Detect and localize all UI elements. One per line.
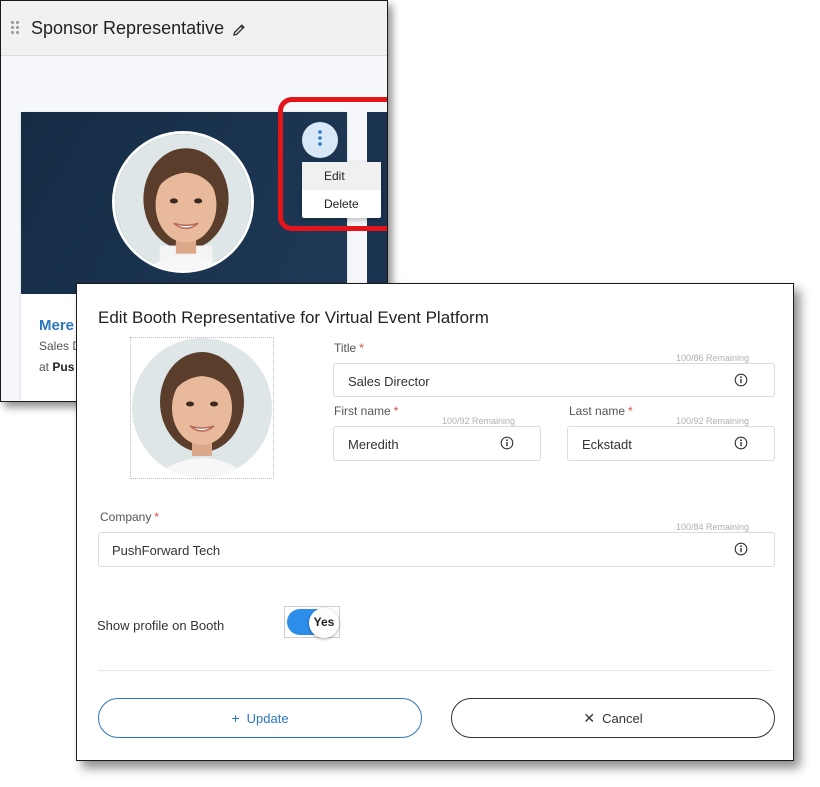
drag-handle-icon[interactable] — [11, 21, 21, 37]
pencil-icon[interactable] — [231, 22, 247, 38]
avatar — [132, 338, 272, 478]
company-field[interactable]: PushForward Tech — [98, 532, 775, 567]
representative-title: Sales D — [39, 339, 82, 353]
toggle-knob: Yes — [309, 608, 339, 638]
callout-highlight — [278, 97, 387, 231]
edit-representative-modal: Edit Booth Representative for Virtual Ev… — [76, 283, 794, 761]
close-icon: ✕ — [583, 709, 596, 726]
last-name-label: Last name * — [569, 404, 633, 418]
avatar — [112, 131, 254, 273]
modal-title: Edit Booth Representative for Virtual Ev… — [98, 308, 489, 327]
company-label: Company * — [100, 510, 160, 524]
last-name-field[interactable]: Eckstadt — [567, 426, 775, 461]
title-field[interactable]: Sales Director — [333, 363, 775, 397]
divider — [98, 670, 772, 671]
title-label: Title * — [334, 341, 364, 355]
company-value: PushForward Tech — [112, 543, 221, 558]
title-value: Sales Director — [348, 374, 430, 389]
first-name-remaining: 100/92 Remaining — [442, 416, 516, 426]
info-icon[interactable] — [734, 436, 748, 450]
update-button[interactable]: + Update — [98, 698, 422, 738]
panel-header: Sponsor Representative — [1, 1, 387, 56]
last-name-value: Eckstadt — [582, 437, 632, 452]
show-profile-label: Show profile on Booth — [97, 618, 225, 633]
company-remaining: 100/84 Remaining — [676, 522, 750, 532]
info-icon[interactable] — [734, 373, 748, 387]
representative-name[interactable]: Mere — [39, 317, 74, 334]
info-icon[interactable] — [734, 542, 748, 556]
update-label: Update — [246, 710, 289, 726]
panel-title: Sponsor Representative — [31, 18, 225, 38]
first-name-value: Meredith — [348, 437, 399, 452]
last-name-remaining: 100/92 Remaining — [676, 416, 750, 426]
first-name-field[interactable]: Meredith — [333, 426, 541, 461]
show-profile-toggle[interactable]: Yes — [284, 606, 340, 638]
cancel-button[interactable]: ✕ Cancel — [451, 698, 775, 738]
title-remaining: 100/86 Remaining — [676, 353, 750, 363]
cancel-label: Cancel — [602, 710, 643, 726]
plus-icon: + — [231, 710, 240, 726]
profile-photo-upload[interactable] — [130, 337, 274, 479]
representative-company: at Pus — [39, 360, 75, 374]
first-name-label: First name * — [334, 404, 399, 418]
info-icon[interactable] — [500, 436, 514, 450]
